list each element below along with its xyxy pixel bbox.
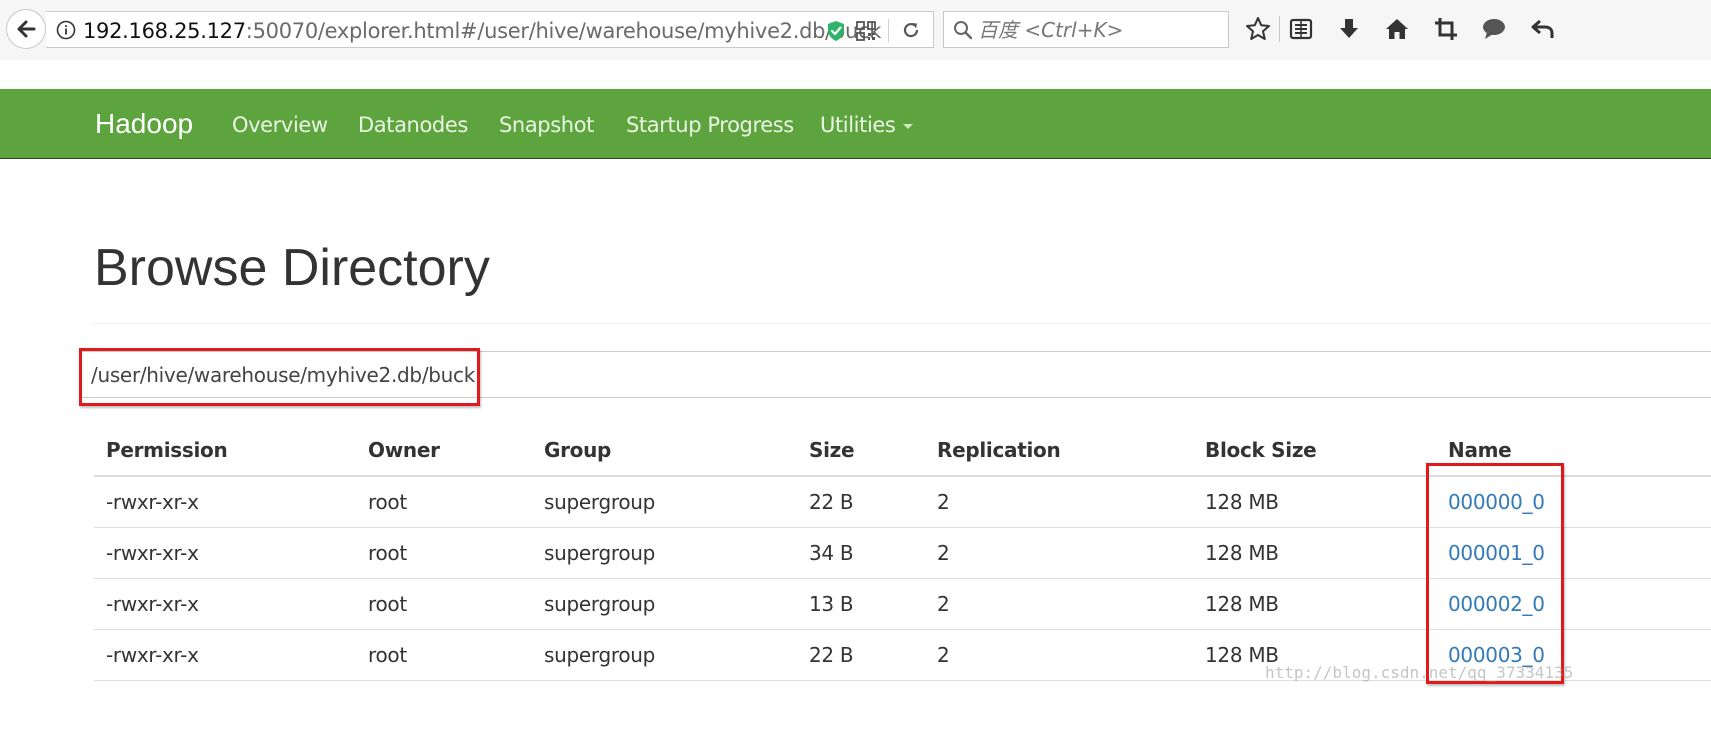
brand-logo[interactable]: Hadoop: [95, 108, 193, 140]
crop-icon[interactable]: [1433, 16, 1459, 42]
cell-permission: -rwxr-xr-x: [94, 476, 356, 528]
column-header-block-size[interactable]: Block Size: [1193, 425, 1436, 477]
caret-down-icon: [903, 123, 914, 129]
cell-size: 34 B: [797, 527, 925, 579]
page-title: Browse Directory: [94, 239, 490, 297]
back-button[interactable]: [6, 9, 46, 49]
browser-toolbar: 192.168.25.127:50070/explorer.html#/user…: [0, 0, 1711, 60]
watermark: http://blog.csdn.net/qq_37334135: [1265, 663, 1574, 682]
address-bar[interactable]: 192.168.25.127:50070/explorer.html#/user…: [46, 11, 934, 48]
arrow-left-icon: [17, 20, 36, 38]
info-icon[interactable]: [56, 20, 76, 40]
nav-utilities-label: Utilities: [820, 113, 896, 137]
cell-owner: root: [356, 476, 532, 528]
reading-list-icon[interactable]: [1288, 16, 1314, 42]
shield-icon[interactable]: [826, 20, 846, 42]
cell-group: supergroup: [532, 578, 797, 630]
star-icon[interactable]: [1245, 16, 1271, 42]
nav-overview[interactable]: Overview: [232, 113, 328, 137]
column-header-group[interactable]: Group: [532, 425, 797, 477]
toolbar-separator: [1279, 16, 1280, 42]
home-icon[interactable]: [1384, 16, 1410, 42]
cell-block-size: 128 MB: [1193, 527, 1436, 579]
cell-replication: 2: [925, 527, 1193, 579]
cell-replication: 2: [925, 578, 1193, 630]
cell-owner: root: [356, 527, 532, 579]
nav-startup-progress[interactable]: Startup Progress: [626, 113, 794, 137]
search-bar[interactable]: [943, 11, 1229, 48]
download-icon[interactable]: [1336, 16, 1362, 42]
url-path: :50070/explorer.html#/user/hive/warehous…: [245, 19, 882, 43]
reload-icon[interactable]: [901, 20, 921, 40]
cell-replication: 2: [925, 629, 1193, 681]
column-header-replication[interactable]: Replication: [925, 425, 1193, 477]
navbar: Hadoop Overview Datanodes Snapshot Start…: [0, 89, 1711, 159]
cell-group: supergroup: [532, 527, 797, 579]
title-divider: [94, 323, 1711, 324]
name-column-highlight-box: [1426, 463, 1564, 684]
column-header-owner[interactable]: Owner: [356, 425, 532, 477]
column-header-permission[interactable]: Permission: [94, 425, 356, 477]
cell-replication: 2: [925, 476, 1193, 528]
cell-permission: -rwxr-xr-x: [94, 578, 356, 630]
cell-owner: root: [356, 578, 532, 630]
undo-icon[interactable]: [1530, 16, 1556, 42]
cell-permission: -rwxr-xr-x: [94, 629, 356, 681]
cell-group: supergroup: [532, 629, 797, 681]
url-divider: [888, 19, 889, 42]
url-host: 192.168.25.127: [83, 19, 246, 43]
cell-owner: root: [356, 629, 532, 681]
cell-permission: -rwxr-xr-x: [94, 527, 356, 579]
cell-size: 13 B: [797, 578, 925, 630]
nav-utilities-dropdown[interactable]: Utilities: [820, 113, 914, 137]
cell-size: 22 B: [797, 629, 925, 681]
cell-group: supergroup: [532, 476, 797, 528]
search-icon: [954, 21, 973, 40]
url-text[interactable]: 192.168.25.127:50070/explorer.html#/user…: [83, 19, 881, 43]
cell-block-size: 128 MB: [1193, 476, 1436, 528]
nav-datanodes[interactable]: Datanodes: [358, 113, 468, 137]
cell-block-size: 128 MB: [1193, 578, 1436, 630]
nav-snapshot[interactable]: Snapshot: [499, 113, 594, 137]
qr-code-icon[interactable]: [856, 21, 876, 41]
search-input[interactable]: [978, 16, 1218, 43]
path-highlight-box: [79, 348, 480, 406]
chat-bubble-icon[interactable]: [1481, 16, 1507, 42]
cell-size: 22 B: [797, 476, 925, 528]
column-header-size[interactable]: Size: [797, 425, 925, 477]
